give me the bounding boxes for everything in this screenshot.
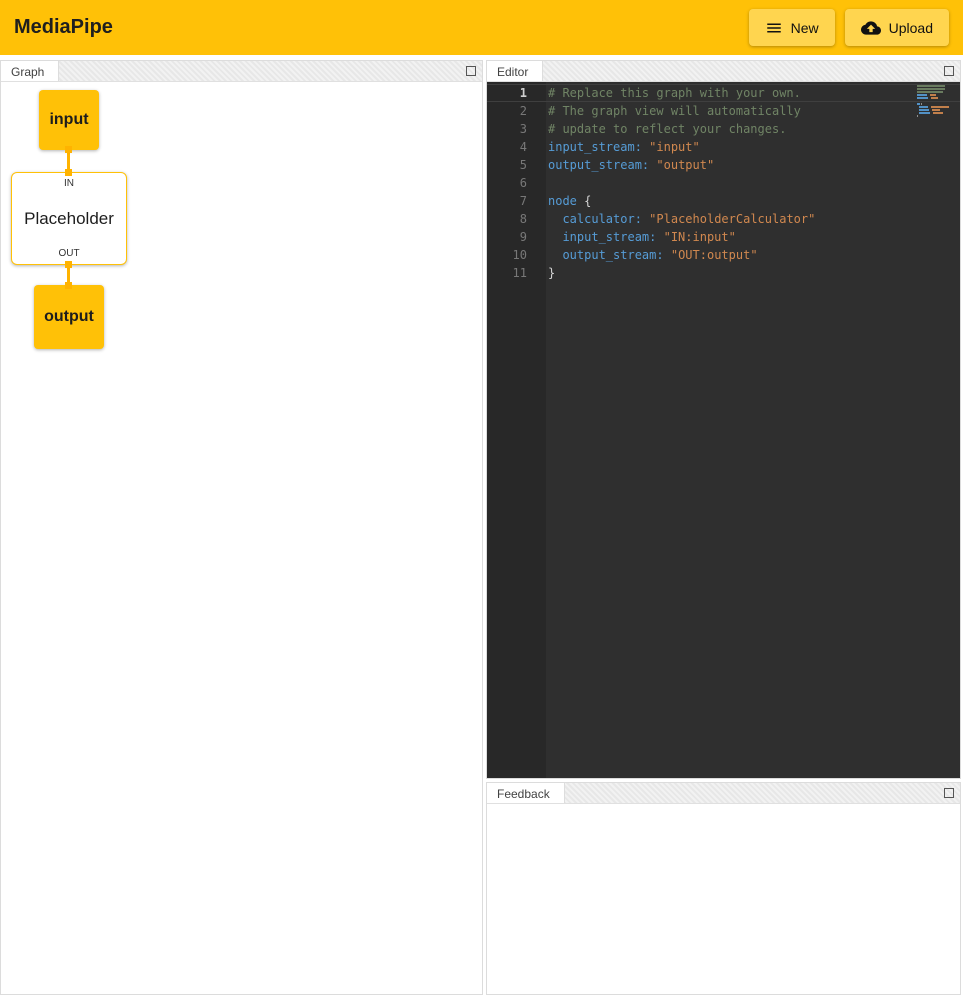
line-number: 11	[487, 264, 527, 282]
upload-button[interactable]: Upload	[845, 9, 949, 46]
app-title: MediaPipe	[14, 16, 113, 39]
upload-button-label: Upload	[889, 20, 933, 36]
maximize-icon[interactable]	[944, 788, 954, 798]
tab-graph[interactable]: Graph	[1, 61, 59, 81]
line-number: 8	[487, 210, 527, 228]
line-number: 2	[487, 102, 527, 120]
line-number: 9	[487, 228, 527, 246]
graph-node-input-label: input	[49, 111, 88, 129]
new-button[interactable]: New	[749, 9, 835, 46]
line-number: 6	[487, 174, 527, 192]
feedback-content	[487, 804, 960, 994]
graph-node-placeholder-label: Placeholder	[24, 209, 114, 229]
tab-feedback-label: Feedback	[497, 787, 550, 801]
line-number: 10	[487, 246, 527, 264]
code-line: 4input_stream: "input"	[487, 138, 960, 156]
port-connector	[65, 169, 72, 176]
graph-node-output[interactable]: output	[34, 285, 104, 349]
port-connector	[65, 282, 72, 289]
tab-graph-label: Graph	[11, 65, 44, 79]
line-number: 4	[487, 138, 527, 156]
app-header: MediaPipe New Upload	[0, 0, 963, 55]
code-line: 10 output_stream: "OUT:output"	[487, 246, 960, 264]
code-line: 1# Replace this graph with your own.	[487, 84, 960, 102]
workspace: Graph input IN Placeholder OUT output	[0, 60, 963, 995]
feedback-panel: Feedback	[486, 782, 961, 995]
input-port-label: IN	[64, 178, 74, 189]
maximize-icon[interactable]	[466, 66, 476, 76]
graph-node-placeholder[interactable]: IN Placeholder OUT	[11, 172, 127, 265]
line-number: 1	[487, 84, 527, 102]
tab-editor-label: Editor	[497, 65, 528, 79]
code-line: 3# update to reflect your changes.	[487, 120, 960, 138]
line-number: 3	[487, 120, 527, 138]
code-line: 2# The graph view will automatically	[487, 102, 960, 120]
code-line: 9 input_stream: "IN:input"	[487, 228, 960, 246]
graph-node-output-label: output	[44, 308, 94, 326]
tab-feedback[interactable]: Feedback	[487, 783, 565, 803]
editor-panel-header: Editor	[487, 61, 960, 82]
code-line: 5output_stream: "output"	[487, 156, 960, 174]
port-connector	[65, 146, 72, 153]
line-number: 5	[487, 156, 527, 174]
code-lines: 1# Replace this graph with your own.2# T…	[487, 84, 960, 282]
graph-node-input[interactable]: input	[39, 90, 99, 150]
editor-panel: Editor 1# Replace this graph with your o…	[486, 60, 961, 779]
feedback-panel-header: Feedback	[487, 783, 960, 804]
tab-editor[interactable]: Editor	[487, 61, 543, 81]
code-editor[interactable]: 1# Replace this graph with your own.2# T…	[487, 82, 960, 778]
maximize-icon[interactable]	[944, 66, 954, 76]
graph-panel: Graph input IN Placeholder OUT output	[0, 60, 483, 995]
code-line: 8 calculator: "PlaceholderCalculator"	[487, 210, 960, 228]
graph-panel-header: Graph	[1, 61, 482, 82]
cloud-upload-icon	[861, 18, 881, 38]
output-port-label: OUT	[58, 248, 79, 259]
minimap[interactable]	[917, 85, 955, 118]
code-line: 7node {	[487, 192, 960, 210]
code-line: 6	[487, 174, 960, 192]
port-connector	[65, 261, 72, 268]
graph-canvas[interactable]: input IN Placeholder OUT output	[1, 82, 482, 994]
header-buttons: New Upload	[749, 9, 949, 46]
line-number: 7	[487, 192, 527, 210]
new-button-label: New	[791, 20, 819, 36]
menu-icon	[765, 19, 783, 37]
code-line: 11}	[487, 264, 960, 282]
